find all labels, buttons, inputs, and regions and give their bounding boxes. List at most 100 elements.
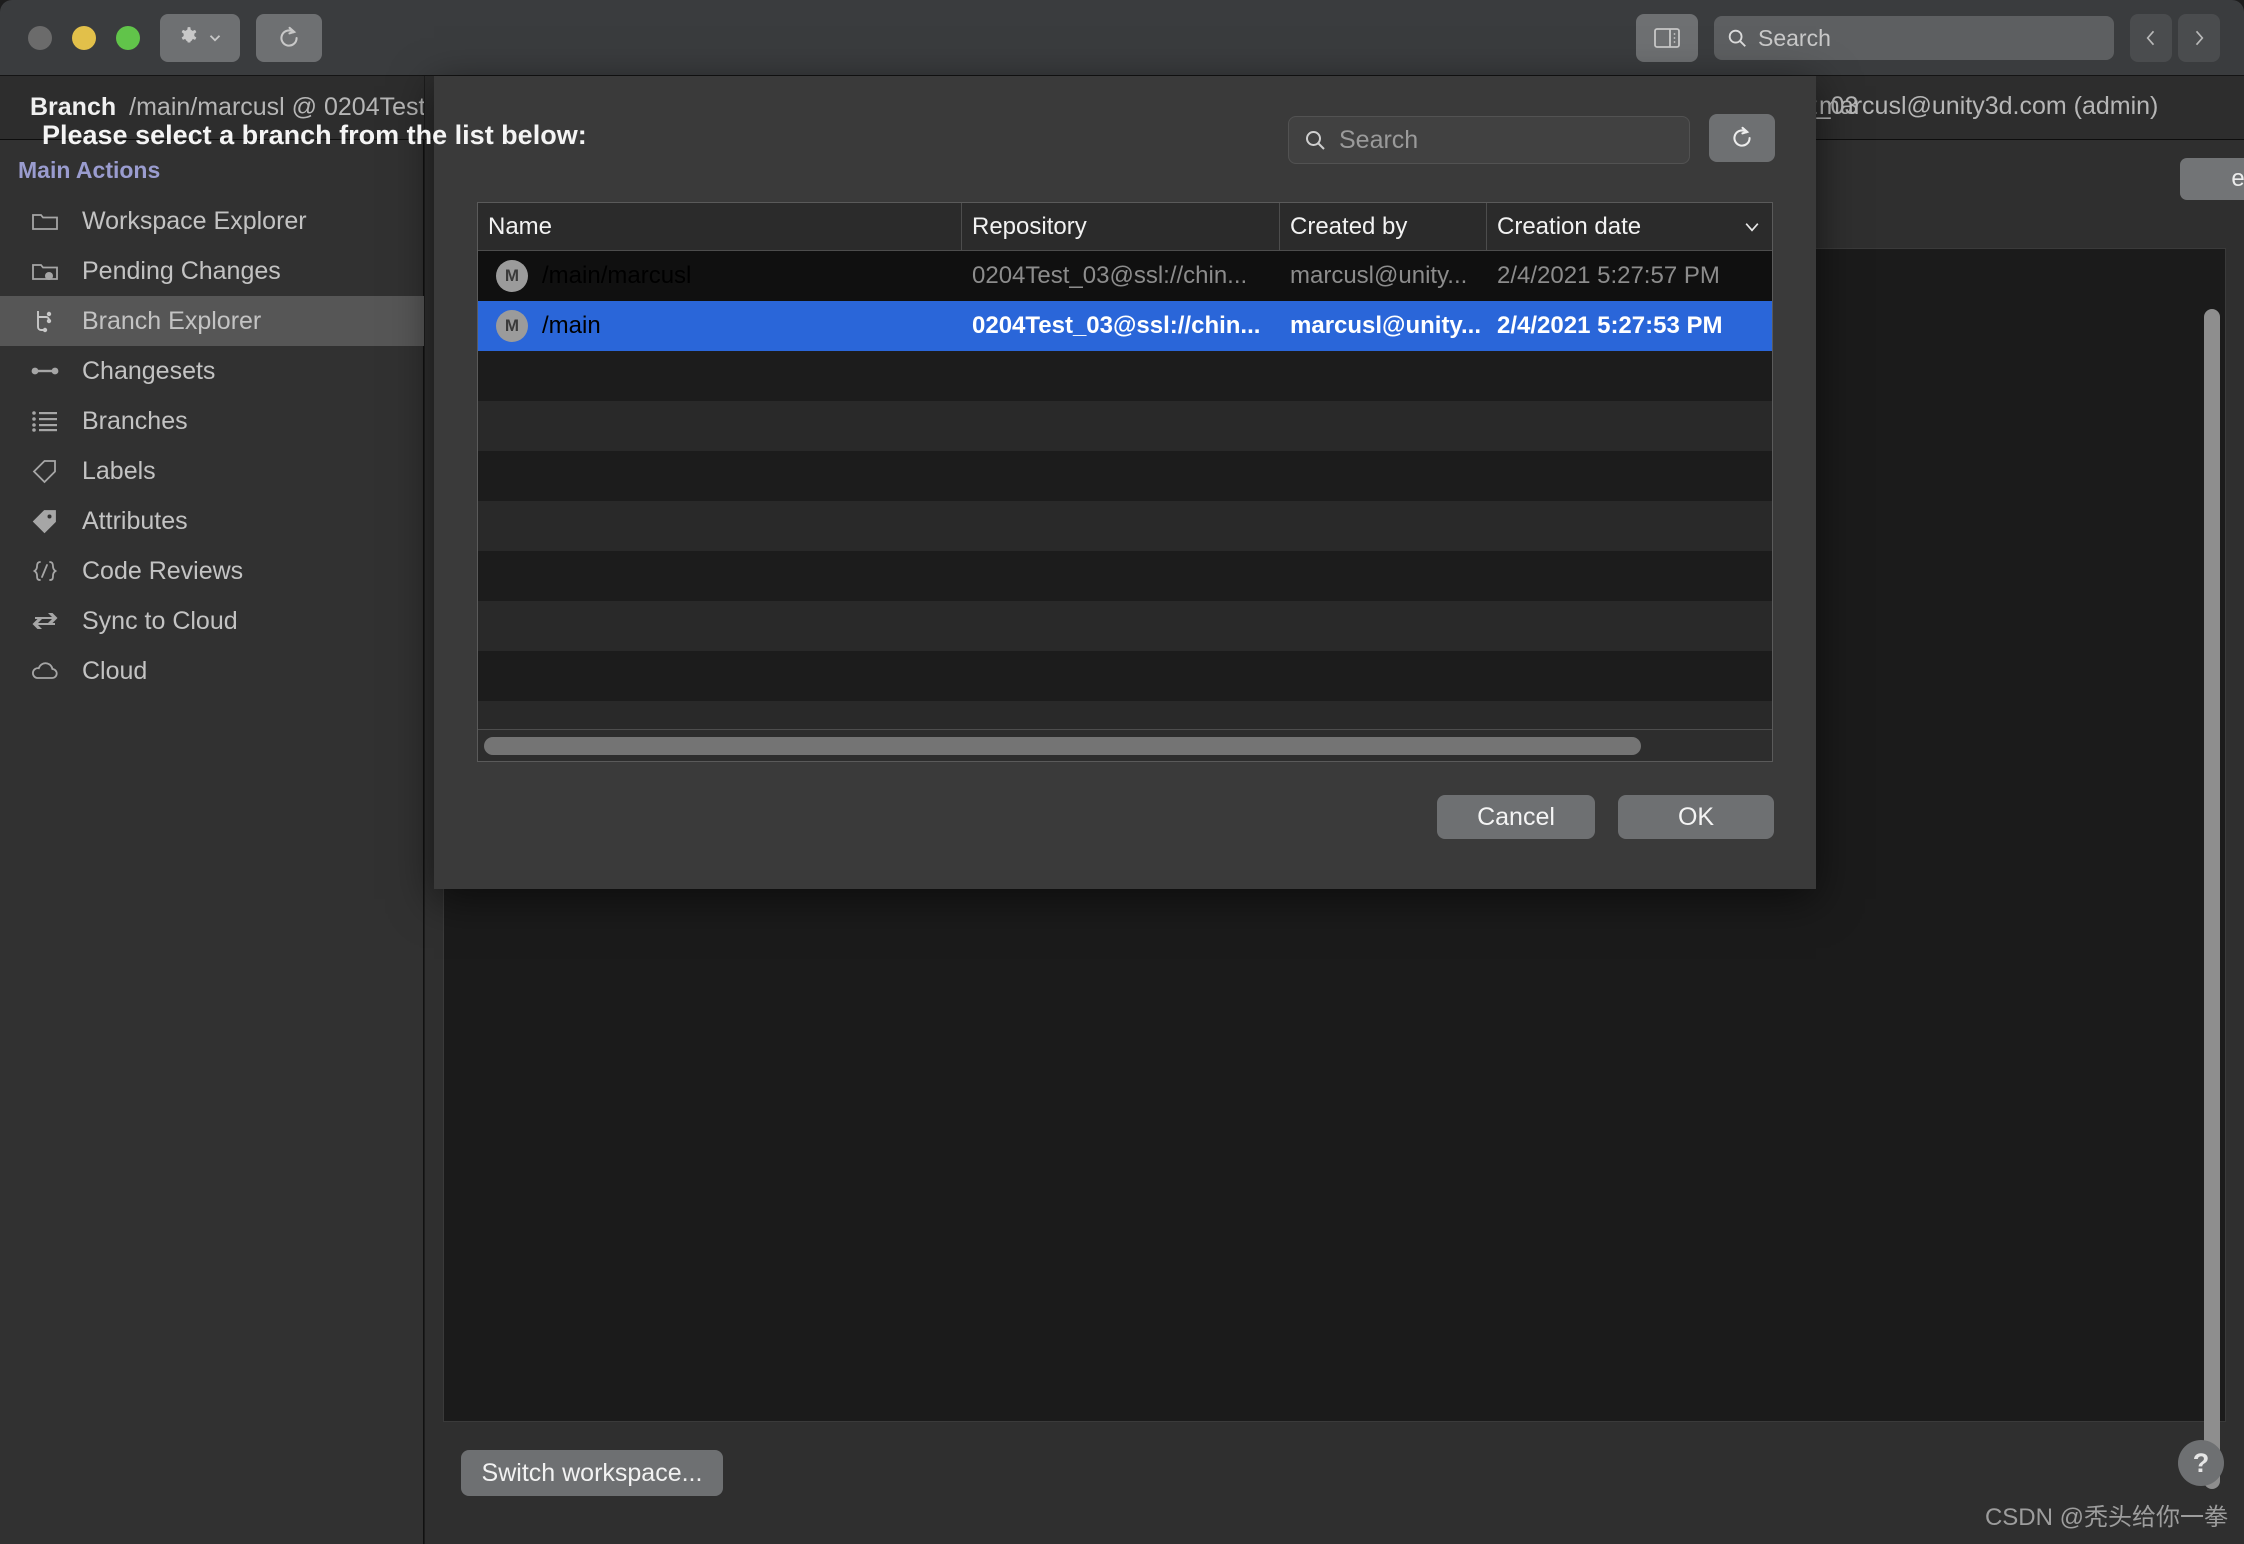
table-row[interactable]: M /main/marcusl 0204Test_03@ssl://chin..… xyxy=(478,251,1772,301)
sidebar-item-label: Attributes xyxy=(82,506,188,535)
close-window-button[interactable] xyxy=(28,26,52,50)
global-search-placeholder: Search xyxy=(1758,24,1831,51)
table-row-empty xyxy=(478,551,1772,601)
creation-date-cell: 2/4/2021 5:27:57 PM xyxy=(1497,262,1720,289)
column-header-creation-date[interactable]: Creation date xyxy=(1487,203,1772,250)
column-header-name[interactable]: Name xyxy=(478,203,962,250)
folder-icon xyxy=(30,206,60,236)
branch-bar-label: Branch xyxy=(30,93,117,121)
folder-dot-icon xyxy=(30,256,60,286)
column-header-created-by[interactable]: Created by xyxy=(1280,203,1487,250)
sidebar-item-label: Changesets xyxy=(82,356,216,385)
branch-bar-value: /main/marcusl @ 0204Test_ xyxy=(129,93,424,121)
sidebar-item-branch-explorer[interactable]: Branch Explorer xyxy=(0,296,424,346)
switch-workspace-button[interactable]: Switch workspace... xyxy=(461,1450,723,1496)
sidebar-item-label: Cloud xyxy=(82,656,148,685)
branch-name-cell: M /main xyxy=(478,310,962,342)
sidebar-item-pending-changes[interactable]: Pending Changes xyxy=(0,246,424,296)
dialog-search-input[interactable]: Search xyxy=(1288,116,1690,164)
chevron-right-icon xyxy=(2189,26,2209,50)
sidebar-item-code-reviews[interactable]: Code Reviews xyxy=(0,546,424,596)
creation-date-cell: 2/4/2021 5:27:53 PM xyxy=(1497,312,1723,339)
ok-button[interactable]: OK xyxy=(1618,795,1774,839)
dialog-search-placeholder: Search xyxy=(1339,125,1419,154)
cancel-button[interactable]: Cancel xyxy=(1437,795,1595,839)
sidebar-item-branches[interactable]: Branches xyxy=(0,396,424,446)
nav-forward-button[interactable] xyxy=(2178,14,2220,62)
sidebar-item-attributes[interactable]: Attributes xyxy=(0,496,424,546)
global-search-input[interactable]: Search xyxy=(1714,16,2114,60)
sidebar-item-label: Code Reviews xyxy=(82,556,244,585)
nav-back-button[interactable] xyxy=(2130,14,2172,62)
dialog-refresh-button[interactable] xyxy=(1709,114,1775,162)
main-bottom-bar: Switch workspace... ? CSDN @秃头给你一拳 xyxy=(425,1422,2244,1544)
chevron-down-icon xyxy=(206,29,224,47)
sidebar-item-sync-to-cloud[interactable]: Sync to Cloud xyxy=(0,596,424,646)
column-header-creation-date-label: Creation date xyxy=(1497,212,1642,240)
table-header-row: Name Repository Created by Creation date xyxy=(478,203,1772,251)
sidebar-item-label: Labels xyxy=(82,456,156,485)
sidebar-item-workspace-explorer[interactable]: Workspace Explorer xyxy=(0,196,424,246)
avatar: M xyxy=(496,310,528,342)
help-button[interactable]: ? xyxy=(2178,1440,2224,1486)
partial-toolbar-button[interactable]: e xyxy=(2180,158,2244,200)
sidebar-item-changesets[interactable]: Changesets xyxy=(0,346,424,396)
search-icon xyxy=(1726,27,1748,49)
sidebar-item-label: Pending Changes xyxy=(82,256,281,285)
branch-name-text: /main xyxy=(542,312,601,339)
table-row-empty xyxy=(478,451,1772,501)
chevron-down-icon xyxy=(1742,220,1762,234)
repository-cell: 0204Test_03@ssl://chin... xyxy=(972,312,1261,339)
tag-filled-icon xyxy=(30,506,60,536)
scrollbar-thumb[interactable] xyxy=(484,736,1641,755)
table-row-empty xyxy=(478,651,1772,701)
maximize-window-button[interactable] xyxy=(116,26,140,50)
sidebar-item-label: Branches xyxy=(82,406,188,435)
avatar: M xyxy=(496,260,528,292)
chevron-left-icon xyxy=(2141,26,2161,50)
branch-name-cell: M /main/marcusl xyxy=(478,260,962,292)
table-row[interactable]: M /main 0204Test_03@ssl://chin... marcus… xyxy=(478,301,1772,351)
sidebar-item-label: Sync to Cloud xyxy=(82,606,238,635)
sidebar-item-labels[interactable]: Labels xyxy=(0,446,424,496)
column-header-repository[interactable]: Repository xyxy=(962,203,1280,250)
sidebar-nav: Workspace Explorer Pending Changes Branc… xyxy=(0,196,424,696)
list-icon xyxy=(30,406,60,436)
sidebar-item-label: Branch Explorer xyxy=(82,306,262,335)
canvas-vertical-scrollbar[interactable] xyxy=(2204,309,2220,1489)
created-by-cell: marcusl@unity... xyxy=(1290,312,1482,339)
sidebar-section-title: Main Actions xyxy=(18,157,161,183)
changeset-icon xyxy=(30,356,60,386)
table-row-empty xyxy=(478,401,1772,451)
dialog-title: Please select a branch from the list bel… xyxy=(42,120,587,150)
cloud-icon xyxy=(30,656,60,686)
branch-name-text: /main/marcusl xyxy=(542,262,692,289)
refresh-icon xyxy=(276,25,302,51)
app-window: Search Branch /main/marcusl @ 0204Test_ … xyxy=(0,0,2244,1544)
repository-cell: 0204Test_03@ssl://chin... xyxy=(972,262,1248,289)
traffic-lights xyxy=(28,26,140,50)
tag-icon xyxy=(30,456,60,486)
minimize-window-button[interactable] xyxy=(72,26,96,50)
sidebar-toggle-icon xyxy=(1653,26,1681,50)
settings-gear-button[interactable] xyxy=(160,14,240,62)
toggle-sidebar-button[interactable] xyxy=(1636,14,1698,62)
refresh-icon xyxy=(1729,125,1755,151)
table-row-empty xyxy=(478,601,1772,651)
table-horizontal-scrollbar[interactable] xyxy=(478,729,1772,761)
sidebar-item-label: Workspace Explorer xyxy=(82,206,307,235)
branch-table: Name Repository Created by Creation date… xyxy=(477,202,1773,762)
sync-icon xyxy=(30,606,60,636)
table-row-empty xyxy=(478,501,1772,551)
code-review-icon xyxy=(30,556,60,586)
table-row-empty xyxy=(478,351,1772,401)
watermark-text: CSDN @秃头给你一拳 xyxy=(1984,1504,2228,1531)
branch-tree-icon xyxy=(30,306,60,336)
sidebar-item-cloud[interactable]: Cloud xyxy=(0,646,424,696)
search-icon xyxy=(1303,128,1327,152)
current-user-text: marcusl@unity3d.com (admin) xyxy=(1819,92,2159,120)
created-by-cell: marcusl@unity... xyxy=(1290,262,1468,289)
refresh-button[interactable] xyxy=(256,14,322,62)
title-bar: Search xyxy=(0,0,2244,76)
gear-icon xyxy=(176,25,202,51)
